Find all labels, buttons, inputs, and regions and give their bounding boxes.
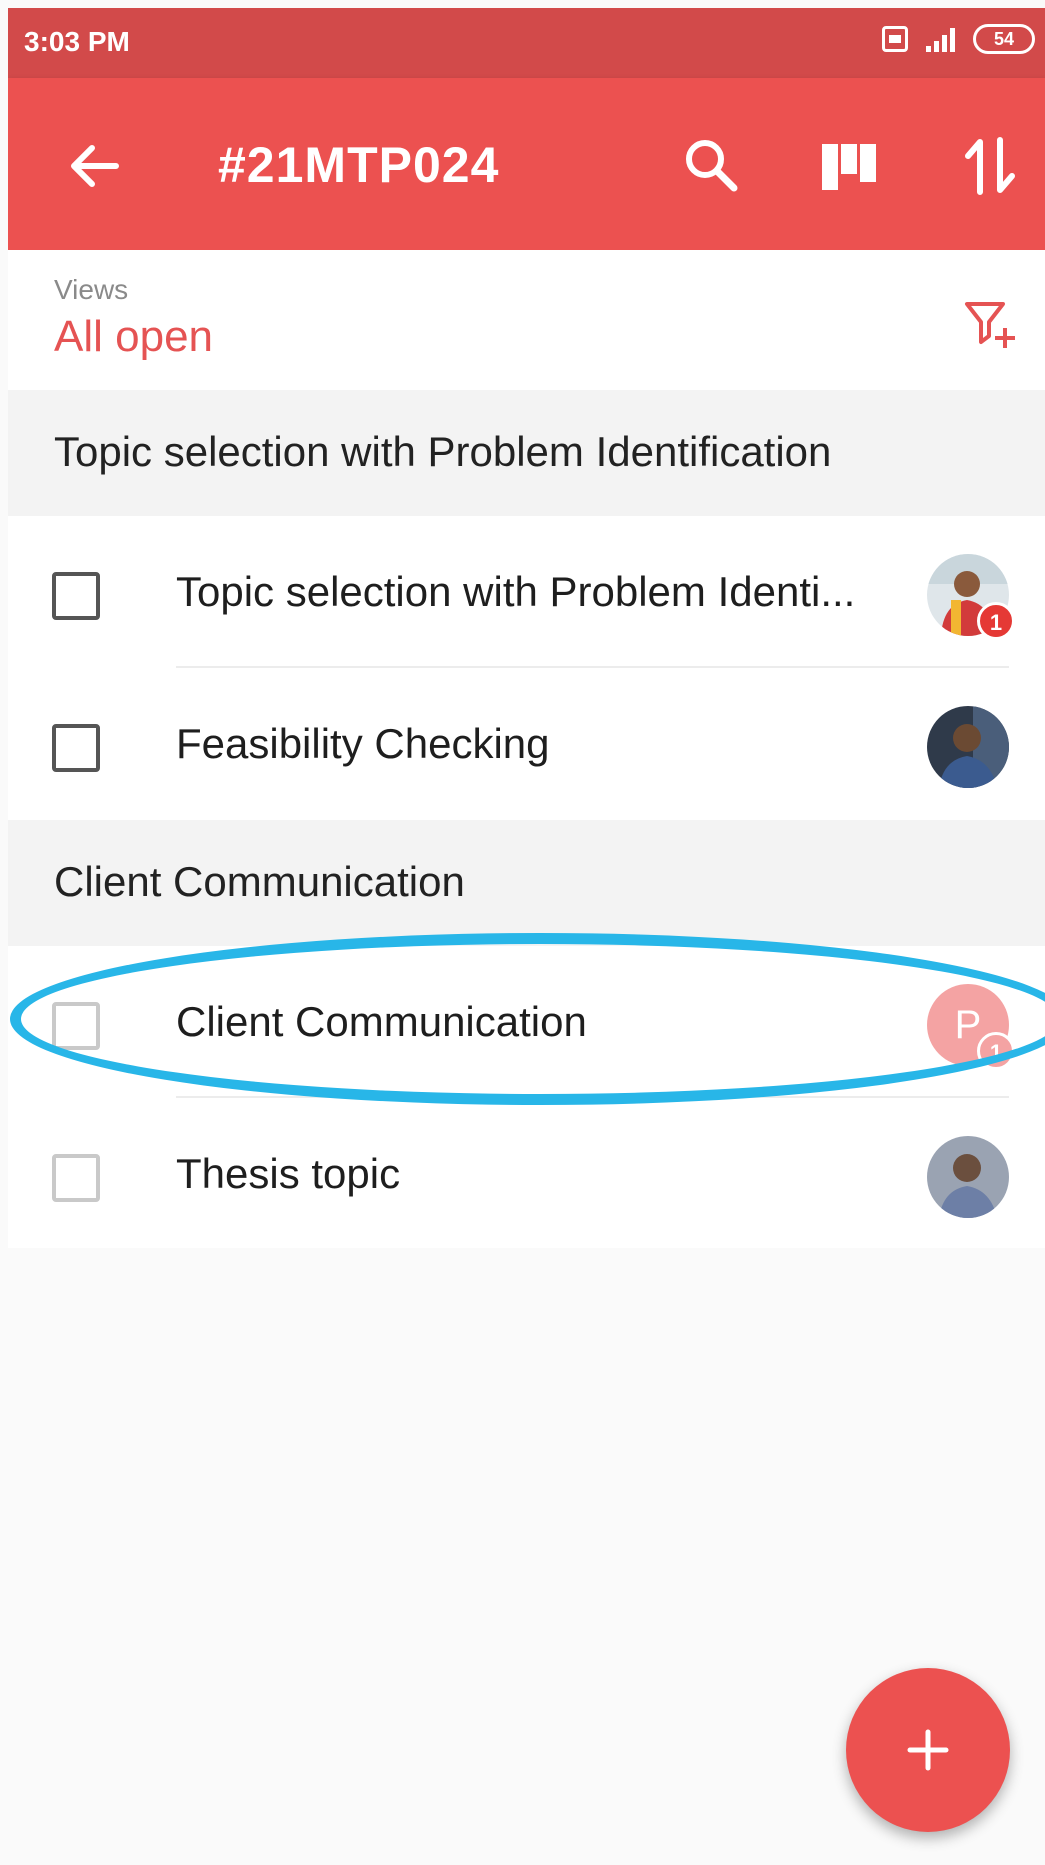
task-checkbox[interactable] xyxy=(52,1154,100,1202)
avatar[interactable] xyxy=(927,706,1009,788)
task-row[interactable]: Thesis topic xyxy=(8,1098,1045,1250)
battery-icon: 54 xyxy=(973,24,1035,54)
search-icon xyxy=(686,140,738,192)
task-title: Thesis topic xyxy=(176,1150,401,1197)
status-icons: 54 xyxy=(882,24,1035,54)
filter-add-icon xyxy=(965,302,1015,348)
section-header: Client Communication xyxy=(8,820,1045,946)
search-button[interactable] xyxy=(676,130,746,200)
sim-icon xyxy=(882,26,908,52)
avatar[interactable] xyxy=(927,1136,1009,1218)
status-time: 3:03 PM xyxy=(24,26,130,57)
task-row[interactable]: Feasibility Checking xyxy=(8,668,1045,820)
task-row[interactable]: Client Communication P 1 xyxy=(8,946,1045,1098)
section-title: Topic selection with Problem Identificat… xyxy=(54,428,832,475)
avatar[interactable]: P 1 xyxy=(927,984,1015,1070)
sort-button[interactable] xyxy=(956,130,1026,202)
plus-icon xyxy=(907,1729,949,1771)
board-view-button[interactable] xyxy=(816,136,882,202)
avatar-photo xyxy=(927,1136,1009,1218)
task-checkbox[interactable] xyxy=(52,1002,100,1050)
section-title: Client Communication xyxy=(54,858,465,905)
page-title: #21MTP024 xyxy=(218,137,500,193)
back-arrow-icon xyxy=(71,145,119,187)
app-screen: 3:03 PM 54 #21MTP024 Views All open Topi… xyxy=(8,8,1045,1865)
task-checkbox[interactable] xyxy=(52,724,100,772)
app-bar: #21MTP024 xyxy=(8,78,1045,250)
board-view-icon xyxy=(822,144,876,190)
status-bar: 3:03 PM 54 xyxy=(8,8,1045,78)
views-value[interactable]: All open xyxy=(54,312,213,362)
avatar-photo xyxy=(927,706,1009,788)
avatar[interactable]: 1 xyxy=(927,554,1015,640)
task-checkbox[interactable] xyxy=(52,572,100,620)
add-task-button[interactable] xyxy=(846,1668,1010,1832)
signal-icon xyxy=(926,26,955,52)
task-title: Client Communication xyxy=(176,998,587,1045)
section-header: Topic selection with Problem Identificat… xyxy=(8,390,1045,516)
views-label: Views xyxy=(54,274,129,305)
filter-add-button[interactable] xyxy=(961,292,1025,356)
notification-badge: 1 xyxy=(977,602,1015,640)
task-title: Topic selection with Problem Identi... xyxy=(176,568,856,615)
task-title: Feasibility Checking xyxy=(176,720,550,767)
views-selector[interactable]: Views All open xyxy=(8,250,1045,390)
sort-icon xyxy=(965,137,1015,195)
back-button[interactable] xyxy=(58,130,130,202)
task-row[interactable]: Topic selection with Problem Identi... 1 xyxy=(8,516,1045,668)
notification-badge: 1 xyxy=(977,1032,1015,1070)
